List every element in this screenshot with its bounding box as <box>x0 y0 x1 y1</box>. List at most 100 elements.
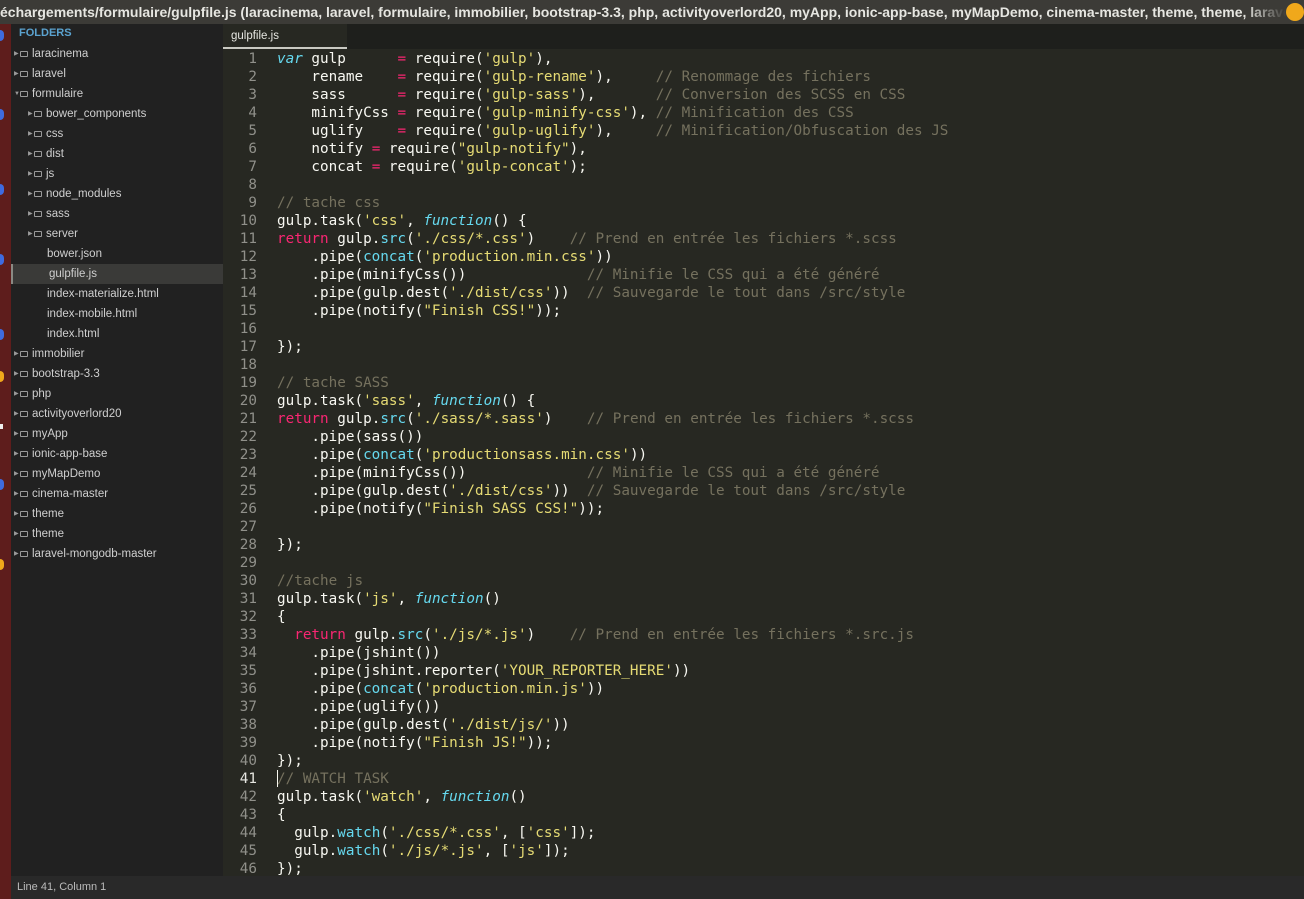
line-number: 14 <box>239 285 257 301</box>
sidebar-item-formulaire[interactable]: ▼ formulaire <box>11 84 223 104</box>
folder-icon <box>20 391 28 397</box>
code-line[interactable]: .pipe(notify("Finish JS!")); <box>277 734 552 752</box>
sidebar-item-index-materialize-html[interactable]: index-materialize.html <box>11 284 223 304</box>
chevron-right-icon[interactable]: ▶ <box>28 224 33 244</box>
code-line[interactable]: .pipe(minifyCss()) // Minifie le CSS qui… <box>277 464 879 482</box>
code-line[interactable]: gulp.task('css', function() { <box>277 212 527 230</box>
code-line[interactable]: uglify = require('gulp-uglify'), // Mini… <box>277 122 948 140</box>
code-line[interactable]: }); <box>277 860 303 876</box>
chevron-right-icon[interactable]: ▶ <box>28 124 33 144</box>
code-line[interactable]: .pipe(gulp.dest('./dist/css')) // Sauveg… <box>277 284 905 302</box>
chevron-right-icon[interactable]: ▶ <box>14 64 19 84</box>
chevron-right-icon[interactable]: ▶ <box>14 504 19 524</box>
code-line[interactable]: }); <box>277 752 303 770</box>
chevron-right-icon[interactable]: ▶ <box>14 384 19 404</box>
code-line[interactable]: }); <box>277 338 303 356</box>
chevron-right-icon[interactable]: ▶ <box>14 404 19 424</box>
code-line[interactable]: return gulp.src('./js/*.js') // Prend en… <box>277 626 914 644</box>
tab-gulpfile[interactable]: gulpfile.js <box>223 24 347 49</box>
code-line[interactable]: .pipe(jshint()) <box>277 644 440 662</box>
folder-icon <box>20 431 28 437</box>
code-line[interactable]: { <box>277 608 286 626</box>
sidebar-item-dist[interactable]: ▶ dist <box>11 144 223 164</box>
sidebar-item-bower-json[interactable]: bower.json <box>11 244 223 264</box>
chevron-right-icon[interactable]: ▶ <box>14 424 19 444</box>
code-line[interactable]: .pipe(sass()) <box>277 428 423 446</box>
sidebar-item-ionic-app-base[interactable]: ▶ ionic-app-base <box>11 444 223 464</box>
chevron-right-icon[interactable]: ▶ <box>14 44 19 64</box>
code-line[interactable]: // tache SASS <box>277 374 389 392</box>
sidebar-item-laracinema[interactable]: ▶ laracinema <box>11 44 223 64</box>
chevron-right-icon[interactable]: ▶ <box>14 444 19 464</box>
code-line[interactable]: gulp.watch('./js/*.js', ['js']); <box>277 842 570 860</box>
code-line[interactable]: .pipe(notify("Finish SASS CSS!")); <box>277 500 604 518</box>
code-line[interactable]: sass = require('gulp-sass'), // Conversi… <box>277 86 905 104</box>
sidebar-item-myapp[interactable]: ▶ myApp <box>11 424 223 444</box>
chevron-right-icon[interactable]: ▶ <box>14 464 19 484</box>
sidebar-item-node-modules[interactable]: ▶ node_modules <box>11 184 223 204</box>
code-line[interactable]: .pipe(notify("Finish CSS!")); <box>277 302 561 320</box>
chevron-right-icon[interactable]: ▶ <box>14 344 19 364</box>
sidebar-item-bower-components[interactable]: ▶ bower_components <box>11 104 223 124</box>
code-line[interactable]: var gulp = require('gulp'), <box>277 50 552 68</box>
launcher-indicator-icon <box>0 559 4 570</box>
sidebar-item-theme[interactable]: ▶ theme <box>11 524 223 544</box>
code-line[interactable]: gulp.task('watch', function() <box>277 788 527 806</box>
code-line[interactable]: gulp.task('js', function() <box>277 590 501 608</box>
code-line[interactable]: concat = require('gulp-concat'); <box>277 158 586 176</box>
chevron-right-icon[interactable]: ▶ <box>14 484 19 504</box>
code-line[interactable]: return gulp.src('./css/*.css') // Prend … <box>277 230 897 248</box>
sidebar-item-bootstrap-3-3[interactable]: ▶ bootstrap-3.3 <box>11 364 223 384</box>
sidebar-item-mymapdemo[interactable]: ▶ myMapDemo <box>11 464 223 484</box>
code-line[interactable]: gulp.watch('./css/*.css', ['css']); <box>277 824 595 842</box>
line-number: 9 <box>248 195 257 211</box>
chevron-right-icon[interactable]: ▶ <box>28 104 33 124</box>
code-line[interactable]: gulp.task('sass', function() { <box>277 392 535 410</box>
sidebar-item-php[interactable]: ▶ php <box>11 384 223 404</box>
sidebar-item-cinema-master[interactable]: ▶ cinema-master <box>11 484 223 504</box>
sidebar-item-theme[interactable]: ▶ theme <box>11 504 223 524</box>
notification-icon[interactable] <box>1286 3 1304 21</box>
line-number: 24 <box>239 465 257 481</box>
code-line[interactable]: .pipe(jshint.reporter('YOUR_REPORTER_HER… <box>277 662 690 680</box>
sidebar-item-server[interactable]: ▶ server <box>11 224 223 244</box>
code-line[interactable]: notify = require("gulp-notify"), <box>277 140 586 158</box>
code-line[interactable]: .pipe(minifyCss()) // Minifie le CSS qui… <box>277 266 879 284</box>
code-line[interactable]: minifyCss = require('gulp-minify-css'), … <box>277 104 853 122</box>
code-line[interactable]: // tache css <box>277 194 380 212</box>
sidebar-item-css[interactable]: ▶ css <box>11 124 223 144</box>
code-line[interactable]: rename = require('gulp-rename'), // Reno… <box>277 68 871 86</box>
sidebar-item-activityoverlord20[interactable]: ▶ activityoverlord20 <box>11 404 223 424</box>
chevron-right-icon[interactable]: ▶ <box>14 364 19 384</box>
sidebar-item-laravel[interactable]: ▶ laravel <box>11 64 223 84</box>
sidebar-item-index-html[interactable]: index.html <box>11 324 223 344</box>
code-line[interactable]: .pipe(concat('production.min.js')) <box>277 680 604 698</box>
chevron-right-icon[interactable]: ▶ <box>14 544 19 564</box>
sidebar-item-immobilier[interactable]: ▶ immobilier <box>11 344 223 364</box>
code-line[interactable]: return gulp.src('./sass/*.sass') // Pren… <box>277 410 914 428</box>
chevron-right-icon[interactable]: ▶ <box>14 524 19 544</box>
sidebar-item-laravel-mongodb-master[interactable]: ▶ laravel-mongodb-master <box>11 544 223 564</box>
chevron-right-icon[interactable]: ▶ <box>28 164 33 184</box>
code-line[interactable]: .pipe(gulp.dest('./dist/js/')) <box>277 716 569 734</box>
code-line[interactable]: .pipe(concat('productionsass.min.css')) <box>277 446 647 464</box>
code-editor[interactable]: 1 2 3 4 5 6 7 8 9 10 11 12 13 14 15 16 17 18 19 20 21 22 23 24 2… <box>223 49 1304 876</box>
code-line[interactable]: //tache js <box>277 572 363 590</box>
chevron-right-icon[interactable]: ▶ <box>28 144 33 164</box>
code-line[interactable]: .pipe(uglify()) <box>277 698 440 716</box>
code-line[interactable]: .pipe(gulp.dest('./dist/css')) // Sauveg… <box>277 482 905 500</box>
code-line[interactable]: .pipe(concat('production.min.css')) <box>277 248 612 266</box>
folder-icon <box>20 91 28 97</box>
line-number: 26 <box>239 501 257 517</box>
sidebar-item-js[interactable]: ▶ js <box>11 164 223 184</box>
sidebar-item-sass[interactable]: ▶ sass <box>11 204 223 224</box>
code-line[interactable]: // WATCH TASK <box>277 770 389 788</box>
launcher-indicator-icon <box>0 329 4 340</box>
chevron-right-icon[interactable]: ▶ <box>28 184 33 204</box>
sidebar-item-index-mobile-html[interactable]: index-mobile.html <box>11 304 223 324</box>
code-line[interactable]: }); <box>277 536 303 554</box>
code-line[interactable]: { <box>277 806 286 824</box>
window-titlebar: échargements/formulaire/gulpfile.js (lar… <box>0 0 1304 24</box>
sidebar-item-gulpfile-js[interactable]: gulpfile.js <box>11 264 223 284</box>
chevron-right-icon[interactable]: ▶ <box>28 204 33 224</box>
